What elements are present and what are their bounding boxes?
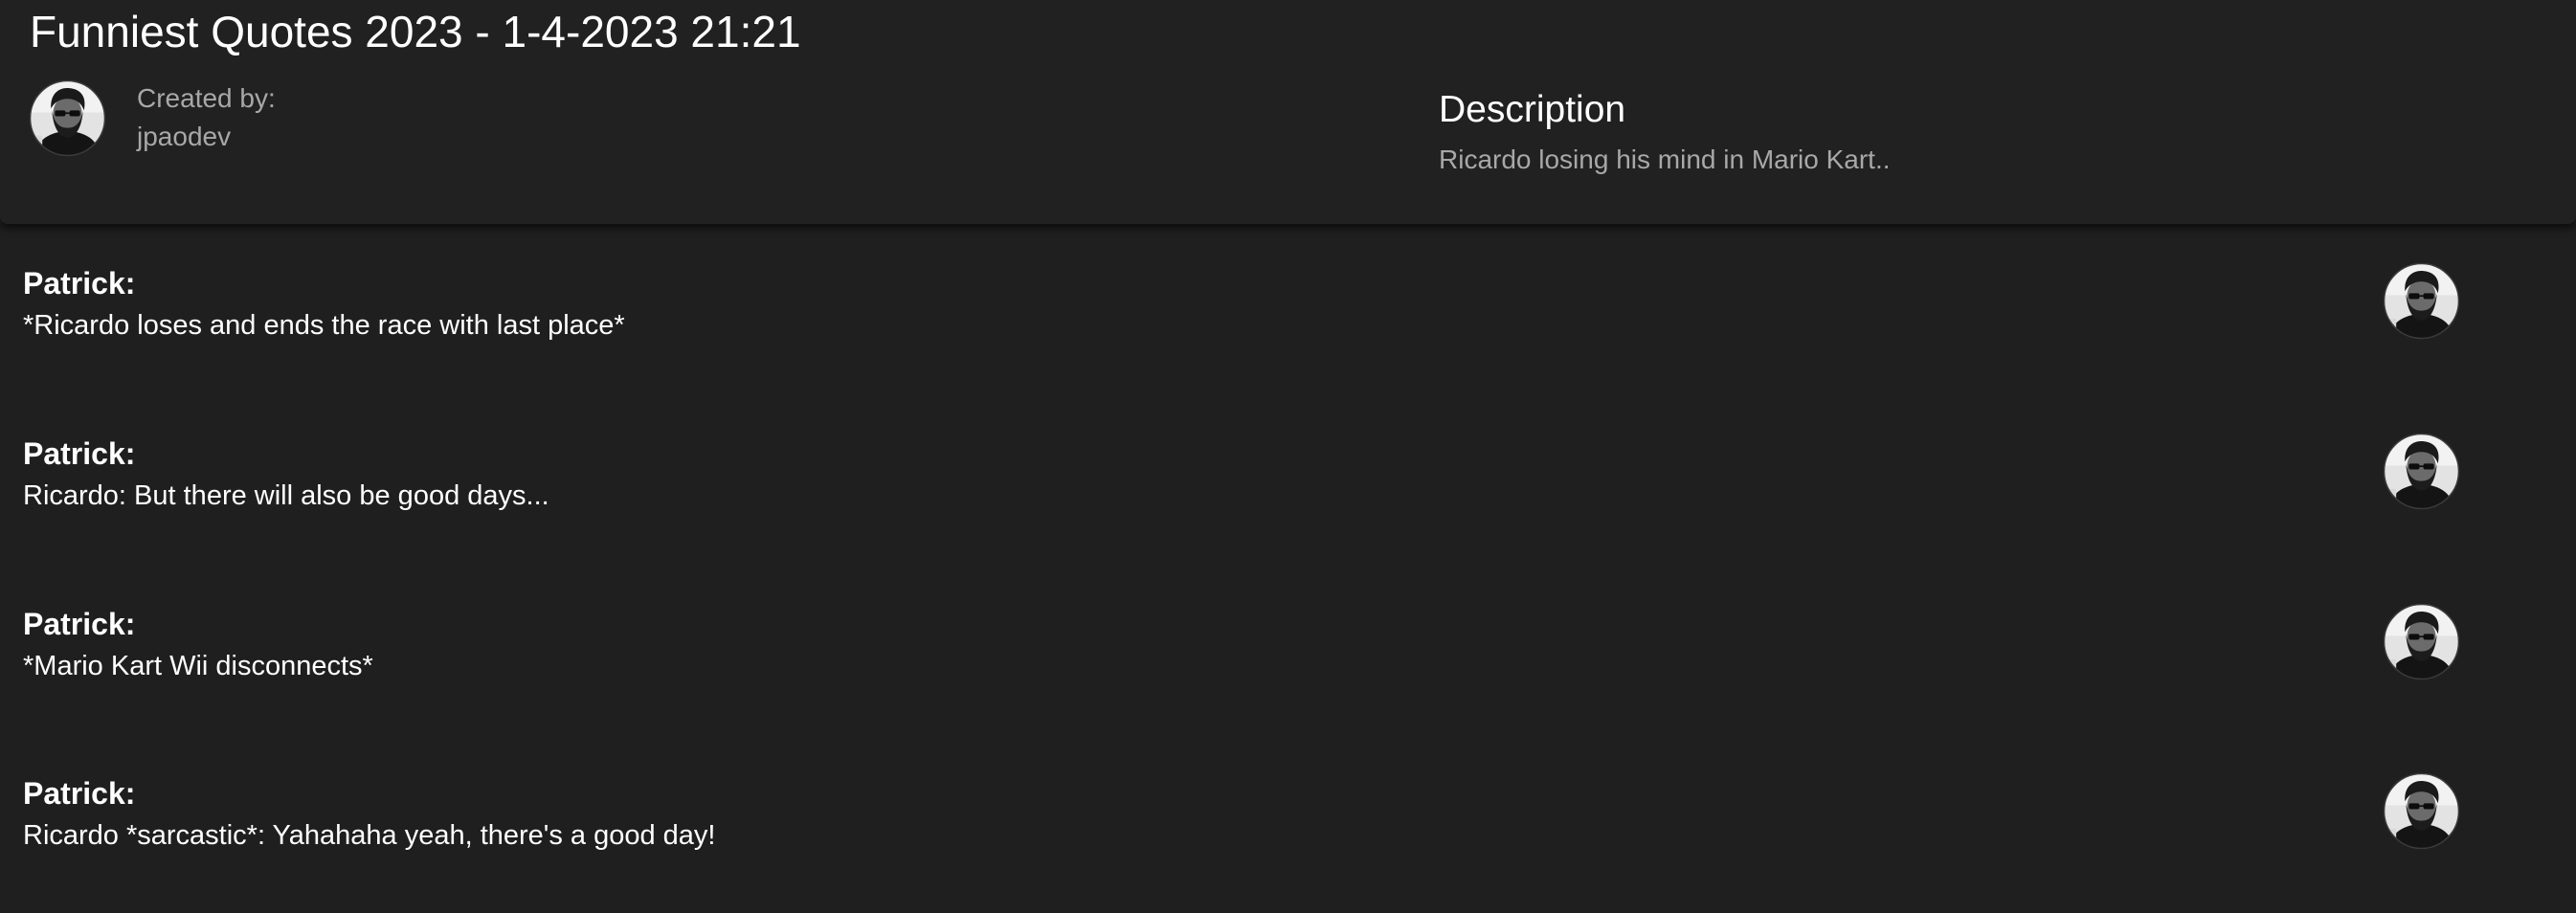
quote-avatar[interactable] bbox=[2383, 603, 2460, 680]
created-by-label: Created by: bbox=[137, 83, 276, 113]
quote-author: Patrick: bbox=[23, 607, 136, 641]
user-avatar-icon bbox=[2383, 603, 2460, 680]
quote-avatar[interactable] bbox=[2383, 433, 2460, 510]
quote-item: Patrick: Ricardo: But there will also be… bbox=[0, 403, 2576, 573]
quote-text: *Ricardo loses and ends the race with la… bbox=[23, 310, 625, 341]
quote-list: Patrick: *Ricardo loses and ends the rac… bbox=[0, 233, 2576, 896]
quote-avatar[interactable] bbox=[2383, 262, 2460, 340]
quote-collection-header: Funniest Quotes 2023 - 1-4-2023 21:21 Cr… bbox=[0, 0, 2576, 224]
quote-author: Patrick: bbox=[23, 436, 136, 471]
quote-text: Ricardo: But there will also be good day… bbox=[23, 480, 549, 511]
quote-item: Patrick: Ricardo *sarcastic*: Yahahaha y… bbox=[0, 743, 2576, 913]
user-avatar-icon bbox=[2383, 262, 2460, 340]
user-avatar-icon bbox=[29, 79, 106, 157]
user-avatar-icon bbox=[2383, 772, 2460, 850]
quote-text: *Mario Kart Wii disconnects* bbox=[23, 651, 373, 681]
creator-avatar[interactable] bbox=[29, 79, 106, 157]
description-heading: Description bbox=[1439, 89, 1626, 130]
quote-author: Patrick: bbox=[23, 266, 136, 301]
page-title: Funniest Quotes 2023 - 1-4-2023 21:21 bbox=[30, 7, 801, 56]
quote-author: Patrick: bbox=[23, 776, 136, 811]
quote-avatar[interactable] bbox=[2383, 772, 2460, 850]
quote-item: Patrick: *Ricardo loses and ends the rac… bbox=[0, 233, 2576, 403]
user-avatar-icon bbox=[2383, 433, 2460, 510]
description-text: Ricardo losing his mind in Mario Kart.. bbox=[1439, 145, 1891, 174]
creator-name[interactable]: jpaodev bbox=[137, 121, 231, 153]
quote-item: Patrick: *Mario Kart Wii disconnects* bbox=[0, 573, 2576, 744]
quote-text: Ricardo *sarcastic*: Yahahaha yeah, ther… bbox=[23, 820, 716, 851]
